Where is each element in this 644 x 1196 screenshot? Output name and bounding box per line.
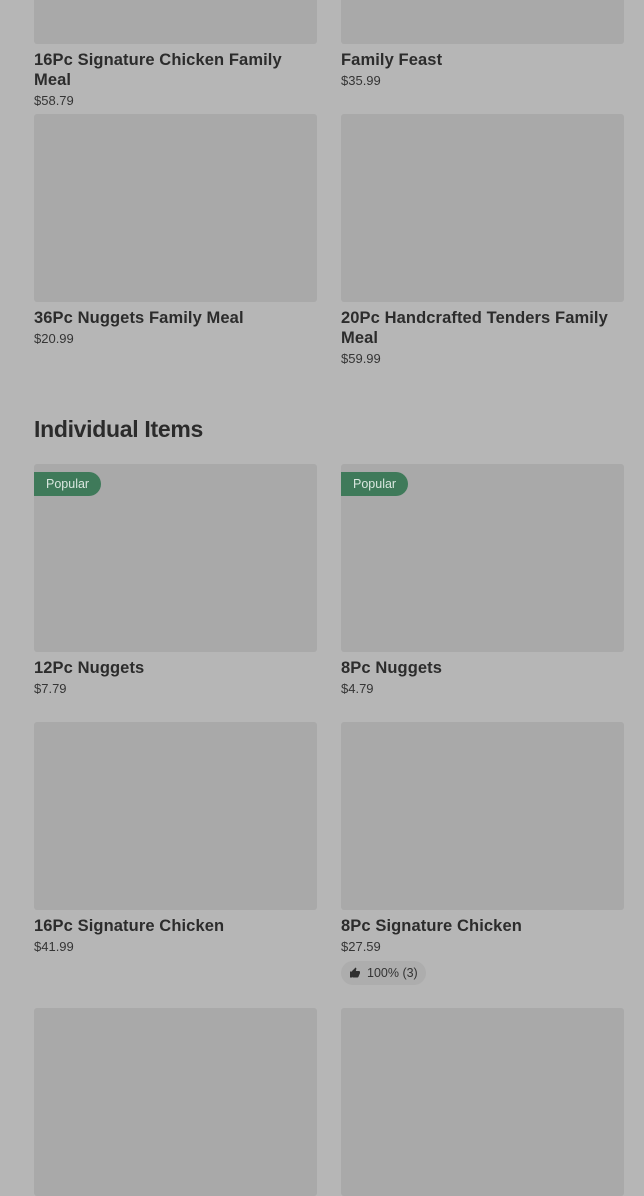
- item-price: $27.59: [341, 939, 381, 954]
- menu-item-card[interactable]: 8Pc Signature Chicken $27.59 100% (3): [341, 722, 624, 985]
- rating-badge: 100% (3): [341, 961, 426, 985]
- menu-item-card[interactable]: Popular 8Pc Nuggets $4.79: [341, 464, 624, 697]
- rating-text: 100% (3): [367, 966, 418, 980]
- section-title: Individual Items: [34, 416, 204, 442]
- item-image[interactable]: [34, 722, 317, 910]
- item-price: $41.99: [34, 939, 74, 954]
- item-name: 36Pc Nuggets Family Meal: [34, 309, 244, 327]
- menu-item-card[interactable]: 16Pc Signature Chicken Family Meal $58.7…: [34, 0, 317, 109]
- item-name: 20Pc Handcrafted Tenders Family Meal: [341, 309, 608, 347]
- item-image[interactable]: [341, 0, 624, 44]
- item-image[interactable]: [341, 114, 624, 302]
- menu-item-card[interactable]: Popular 12Pc Nuggets $7.79: [34, 464, 317, 697]
- item-image[interactable]: Popular: [34, 464, 317, 652]
- item-image[interactable]: Popular: [341, 464, 624, 652]
- item-price: $59.99: [341, 351, 381, 366]
- menu-item-card[interactable]: 36Pc Nuggets Family Meal $20.99: [34, 114, 317, 347]
- item-image[interactable]: [341, 1008, 624, 1196]
- item-image[interactable]: [34, 0, 317, 44]
- item-name: 8Pc Signature Chicken: [341, 917, 522, 935]
- item-image[interactable]: [34, 114, 317, 302]
- item-name: 8Pc Nuggets: [341, 659, 443, 677]
- item-image[interactable]: [341, 722, 624, 910]
- menu-item-card[interactable]: [341, 1008, 624, 1196]
- item-price: $35.99: [341, 73, 381, 88]
- item-name: 16Pc Signature Chicken: [34, 917, 225, 935]
- item-image[interactable]: [34, 1008, 317, 1196]
- item-price: $20.99: [34, 331, 74, 346]
- popular-badge: Popular: [341, 472, 409, 496]
- item-price: $7.79: [34, 681, 67, 696]
- item-name: 12Pc Nuggets: [34, 659, 145, 677]
- menu-item-card[interactable]: 20Pc Handcrafted Tenders Family Meal $59…: [341, 114, 624, 367]
- menu-item-card[interactable]: 16Pc Signature Chicken $41.99: [34, 722, 317, 955]
- menu-item-card[interactable]: [34, 1008, 317, 1196]
- item-price: $58.79: [34, 93, 74, 108]
- menu-item-card[interactable]: Family Feast $35.99: [341, 0, 624, 89]
- thumbs-up-icon: [350, 967, 360, 978]
- popular-badge: Popular: [34, 472, 102, 496]
- item-price: $4.79: [341, 681, 374, 696]
- item-name: 16Pc Signature Chicken Family Meal: [34, 51, 282, 89]
- item-name: Family Feast: [341, 51, 443, 69]
